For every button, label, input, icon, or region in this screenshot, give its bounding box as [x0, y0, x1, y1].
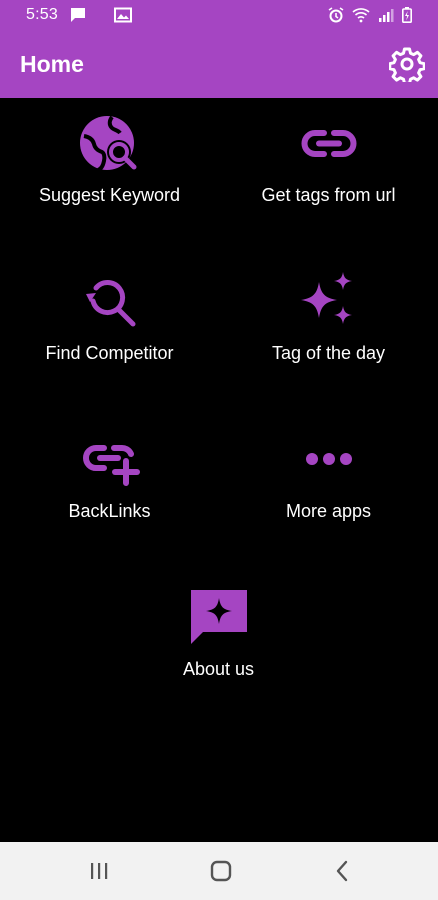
settings-button[interactable] [388, 46, 426, 85]
link-icon [301, 130, 356, 157]
tag-of-the-day-button[interactable]: Tag of the day [219, 272, 438, 422]
globe-search-icon [79, 115, 136, 172]
wifi-icon [352, 8, 370, 23]
page-title: Home [20, 51, 84, 77]
screen: 5:53 Home Suggest Keyword Get tags from … [0, 0, 438, 900]
gear-icon [388, 47, 426, 85]
more-horizontal-icon [305, 453, 352, 465]
backlinks-button[interactable]: BackLinks [0, 430, 219, 580]
signal-icon [379, 9, 394, 22]
search-refresh-icon [85, 280, 135, 327]
suggest-keyword-button[interactable]: Suggest Keyword [0, 114, 219, 264]
more-apps-button[interactable]: More apps [219, 430, 438, 580]
sparkles-icon [300, 272, 352, 324]
back-icon [336, 860, 348, 882]
status-time: 5:53 [26, 6, 58, 23]
system-nav-bar [0, 842, 438, 900]
more-apps-label: More apps [285, 501, 372, 521]
backlinks-label: BackLinks [68, 501, 151, 521]
status-right-icons [328, 7, 412, 23]
find-competitor-label: Find Competitor [45, 343, 174, 363]
about-us-button[interactable]: About us [109, 588, 328, 738]
recent-apps-icon [91, 863, 108, 879]
home-icon [210, 860, 232, 882]
message-icon [71, 8, 85, 22]
back-button[interactable] [328, 856, 358, 886]
add-link-icon [82, 445, 140, 486]
home-button[interactable] [206, 856, 236, 886]
get-tags-from-url-button[interactable]: Get tags from url [219, 114, 438, 264]
about-us-label: About us [182, 659, 255, 679]
get-tags-from-url-label: Get tags from url [261, 185, 396, 205]
status-left-icons [70, 7, 132, 23]
find-competitor-button[interactable]: Find Competitor [0, 272, 219, 422]
status-bar: 5:53 [0, 0, 438, 32]
chat-sparkle-icon [190, 590, 247, 644]
image-icon [114, 7, 132, 23]
suggest-keyword-label: Suggest Keyword [38, 185, 181, 205]
app-bar: Home [0, 32, 438, 98]
tag-of-the-day-label: Tag of the day [271, 343, 386, 363]
battery-icon [402, 7, 412, 23]
recent-apps-button[interactable] [84, 856, 114, 886]
alarm-icon [328, 7, 344, 23]
